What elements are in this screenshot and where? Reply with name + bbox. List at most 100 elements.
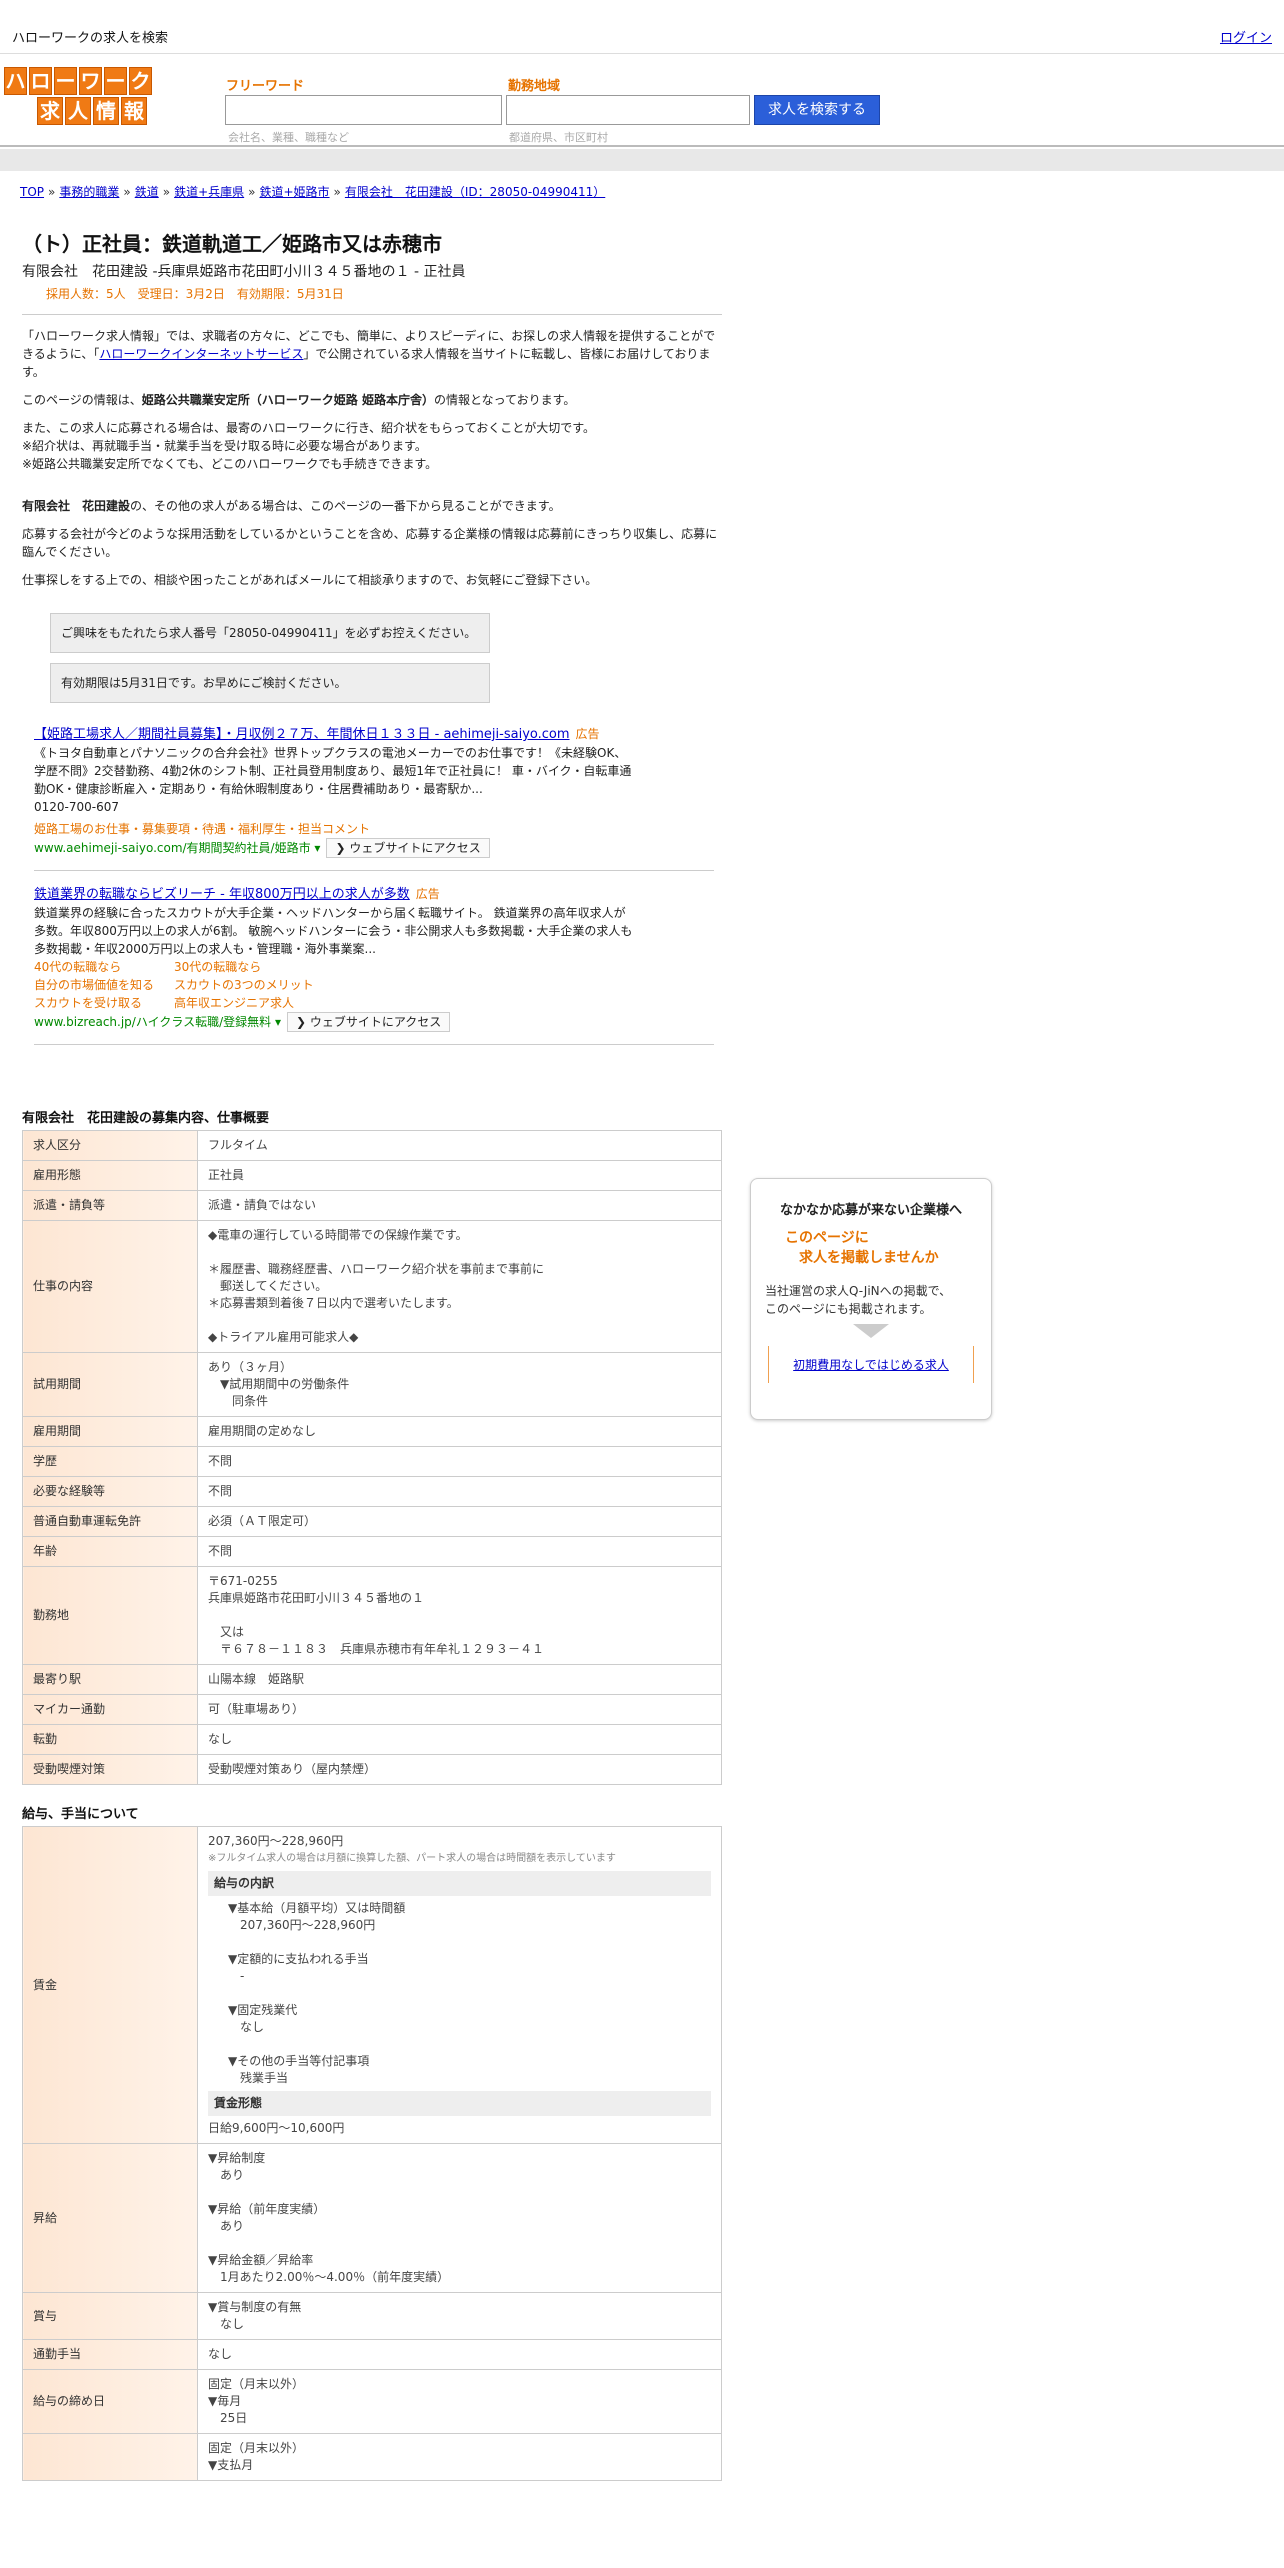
logo-row-1: ハローワーク [4,67,180,95]
ad-tag: 広告 [575,727,600,741]
wage-breakdown: ▼基本給（月額平均）又は時間額 207,360円〜228,960円 ▼定額的に支払… [228,1900,711,2087]
main-content: （ト）正社員：鉄道軌道工／姫路市又は赤穂市 有限会社 花田建設 -兵庫県姫路市花… [22,228,722,2481]
row-key: 雇用形態 [22,1160,198,1191]
value-line: 可（駐車場あり） [208,1702,305,1716]
row-value: 不問 [197,1476,722,1507]
breadcrumb-link[interactable]: 鉄道+兵庫県 [174,185,244,199]
wage-form-value: 日給9,600円〜10,600円 [208,2121,345,2135]
value-line: ▼試用期間中の労働条件 [208,1377,350,1391]
table-row: 雇用期間 雇用期間の定めなし [22,1416,722,1447]
logo-character: 人 [65,97,91,125]
table-row: 年齢 不問 [22,1536,722,1567]
table-row: 学歴 不問 [22,1446,722,1477]
value-line: 兵庫県姫路市花田町小川３４５番地の１ [208,1591,425,1605]
logo-character: ワ [79,67,102,95]
value-line [208,2235,711,2252]
row-value: あり（３ヶ月） ▼試用期間中の労働条件 同条件 [197,1352,722,1417]
row-key: 受動喫煙対策 [22,1754,198,1785]
value-line: 〒671-0255 [208,1574,278,1588]
ad-title-link[interactable]: 【姫路工場求人／期間社員募集】・月収例２７万、年間休日１３３日 - aehime… [34,727,570,742]
value-line [208,1244,711,1261]
area-input[interactable] [506,95,750,125]
value-line: 残業手当 [228,2071,289,2085]
value-line: ＊応募書類到着後７日以内で選考いたします。 [208,1296,459,1310]
ad-url[interactable]: www.bizreach.jp/ハイクラス転職/登録無料 [34,1015,271,1029]
breadcrumb-link[interactable]: 事務的職業 [59,185,119,199]
row-value: 固定（月末以外） ▼毎月 25日 [197,2369,722,2434]
ad-title-link[interactable]: 鉄道業界の転職ならビズリーチ - 年収800万円以上の求人が多数 [34,887,410,902]
row-value: ▼賞与制度の有無 なし [197,2292,722,2340]
freeword-input[interactable] [225,95,502,125]
ad-sublink[interactable]: 高年収エンジニア求人 [174,994,394,1012]
row-key: 賞与 [22,2292,198,2340]
start-posting-link[interactable]: 初期費用なしではじめる求人 [768,1346,974,1383]
table-row: 求人区分 フルタイム [22,1130,722,1161]
pay-heading: 給与、手当について [22,1807,139,1822]
row-key: 昇給 [22,2143,198,2293]
value-line: ▼基本給（月額平均）又は時間額 [228,1901,406,1915]
ad-url[interactable]: www.aehimeji-saiyo.com/有期間契約社員/姫路市 [34,841,311,855]
chevron-down-icon[interactable]: ▾ [311,841,320,855]
row-key: 年齢 [22,1536,198,1567]
row-key: 派遣・請負等 [22,1190,198,1221]
table-row: 雇用形態 正社員 [22,1160,722,1191]
breadcrumb-link[interactable]: TOP [20,185,44,199]
value-line: 山陽本線 姫路駅 [208,1672,305,1686]
visit-website-button[interactable]: ❯ ウェブサイトにアクセス [287,1012,451,1032]
ad-sublink[interactable]: スカウトを受け取る [34,994,174,1012]
overview-section: 有限会社 花田建設の募集内容、仕事概要 求人区分 フルタイム 雇用形態 正社員 派遣・請… [22,1107,722,1785]
area-label: 勤務地域 [508,79,561,94]
value-line: 郵送してください。 [208,1279,328,1293]
ad-divider [34,870,714,871]
value-line: - [228,1969,245,1983]
search-button[interactable]: 求人を検索する [754,95,880,125]
hellowork-internet-service-link[interactable]: ハローワークインターネットサービス [99,347,303,361]
value-line [228,1985,711,2002]
ad-sublink[interactable]: 30代の転職なら [174,958,394,976]
office-name: 姫路公共職業安定所（ハローワーク姫路 姫路本庁舎） [141,393,434,407]
job-title: （ト）正社員：鉄道軌道工／姫路市又は赤穂市 [22,232,442,256]
breadcrumb-separator: » [123,185,131,199]
pay-table: 賃金 207,360円〜228,960円 ※フルタイム求人の場合は月額に換算した… [22,1826,722,2481]
ad-sublink[interactable]: 自分の市場価値を知る [34,976,174,994]
freeword-label: フリーワード [226,79,305,94]
job-meta: 採用人数：5人 受理日：3月2日 有効期限：5月31日 [46,287,344,301]
ad-sublink[interactable]: 姫路工場のお仕事・募集要項・待遇・福利厚生・担当コメント [34,820,714,838]
value-line: ▼その他の手当等付記事項 [228,2054,370,2068]
table-row: 仕事の内容 ◆電車の運行している時間帯での保線作業です。 ＊履歴書、職務経歴書、ハロ… [22,1220,722,1353]
ad-sublinks: 40代の転職なら 30代の転職なら 自分の市場価値を知る スカウトの3つのメリッ… [34,958,714,1012]
table-row: 必要な経験等 不問 [22,1476,722,1507]
ad-sublink[interactable]: 40代の転職なら [34,958,174,976]
breadcrumb-separator: » [333,185,341,199]
value-line: 正社員 [208,1168,245,1182]
row-value: 不問 [197,1446,722,1477]
row-value: なし [197,1724,722,1755]
login-link[interactable]: ログイン [1220,27,1272,46]
breadcrumb-link[interactable]: 鉄道 [135,185,159,199]
intro-paragraph-1: 「ハローワーク求人情報」では、求職者の方々に、どこでも、簡単に、よりスピーディに… [22,327,722,381]
advertiser-promo-box: なかなか応募が来ない企業様へ このページに 求人を掲載しませんか 当社運営の求人… [750,1178,992,1420]
value-line: 固定（月末以外） [208,2441,305,2455]
breadcrumb-link[interactable]: 有限会社 花田建設（ID：28050-04990411） [345,185,605,199]
ad-body: 《トヨタ自動車とパナソニックの合弁会社》世界トップクラスの電池メーカーでのお仕事… [34,746,632,796]
value-line: あり [208,2219,245,2233]
breadcrumb-link[interactable]: 鉄道+姫路市 [259,185,329,199]
chevron-down-icon[interactable]: ▾ [271,1015,281,1029]
value-line: ▼固定残業代 [228,2003,298,2017]
visit-website-button[interactable]: ❯ ウェブサイトにアクセス [326,838,490,858]
header-band [0,149,1284,171]
intro-paragraph-4: 有限会社 花田建設の、その他の求人がある場合は、このページの一番下から見ることが… [22,497,722,515]
hellowork-logo[interactable]: ハローワーク 求人情報 [4,67,180,125]
logo-character: ハ [4,67,27,95]
promo-text: 当社運営の求人Q-JiNへの掲載で、 このページにも掲載されます。 [765,1282,991,1318]
ad-sublink[interactable]: スカウトの3つのメリット [174,976,394,994]
row-value: 207,360円〜228,960円 ※フルタイム求人の場合は月額に換算した額、パ… [197,1826,722,2144]
breadcrumb-separator: » [248,185,256,199]
ad-phone[interactable]: 0120-700-607 [34,798,714,816]
promo-text-line: このページにも掲載されます。 [765,1302,932,1316]
value-line: なし [208,2347,233,2361]
value-line: ＊履歴書、職務経歴書、ハローワーク紹介状を事前まで事前に [208,1262,545,1276]
value-line: あり（３ヶ月） [208,1360,293,1374]
value-line: 〒６７８－１１８３ 兵庫県赤穂市有年牟礼１２９３－４１ [208,1642,545,1656]
value-line: 又は [208,1625,245,1639]
